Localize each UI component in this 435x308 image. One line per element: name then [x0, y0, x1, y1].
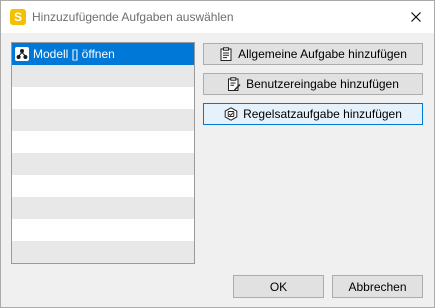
clipboard-icon: [220, 47, 232, 61]
title-bar: S Hinzuzufügende Aufgaben auswählen: [1, 1, 434, 33]
clipboard-edit-icon: [228, 77, 241, 91]
list-row-empty: [12, 109, 194, 131]
add-ruleset-task-label: Regelsatzaufgabe hinzufügen: [243, 107, 402, 121]
list-row-empty: [12, 87, 194, 109]
list-row-empty: [12, 241, 194, 263]
app-icon: S: [10, 9, 26, 25]
model-icon: [15, 47, 29, 61]
ruleset-icon: [224, 107, 238, 121]
add-ruleset-task-button[interactable]: Regelsatzaufgabe hinzufügen: [203, 103, 423, 125]
list-row-empty: [12, 197, 194, 219]
list-item[interactable]: Modell [] öffnen: [12, 43, 194, 65]
list-item-label: Modell [] öffnen: [33, 47, 115, 61]
add-general-task-label: Allgemeine Aufgabe hinzufügen: [238, 47, 407, 61]
cancel-button[interactable]: Abbrechen: [332, 275, 423, 298]
list-row-empty: [12, 175, 194, 197]
close-button[interactable]: [402, 3, 430, 31]
ok-button[interactable]: OK: [233, 275, 324, 298]
window-title: Hinzuzufügende Aufgaben auswählen: [32, 10, 234, 24]
add-user-input-label: Benutzereingabe hinzufügen: [246, 77, 399, 91]
list-row-empty: [12, 65, 194, 87]
task-list[interactable]: Modell [] öffnen: [11, 42, 195, 264]
list-row-empty: [12, 153, 194, 175]
add-user-input-button[interactable]: Benutzereingabe hinzufügen: [203, 73, 423, 95]
close-icon: [411, 12, 421, 22]
add-general-task-button[interactable]: Allgemeine Aufgabe hinzufügen: [203, 43, 423, 65]
list-row-empty: [12, 219, 194, 241]
list-row-empty: [12, 131, 194, 153]
dialog-window: S Hinzuzufügende Aufgaben auswählen Mode…: [0, 0, 435, 308]
